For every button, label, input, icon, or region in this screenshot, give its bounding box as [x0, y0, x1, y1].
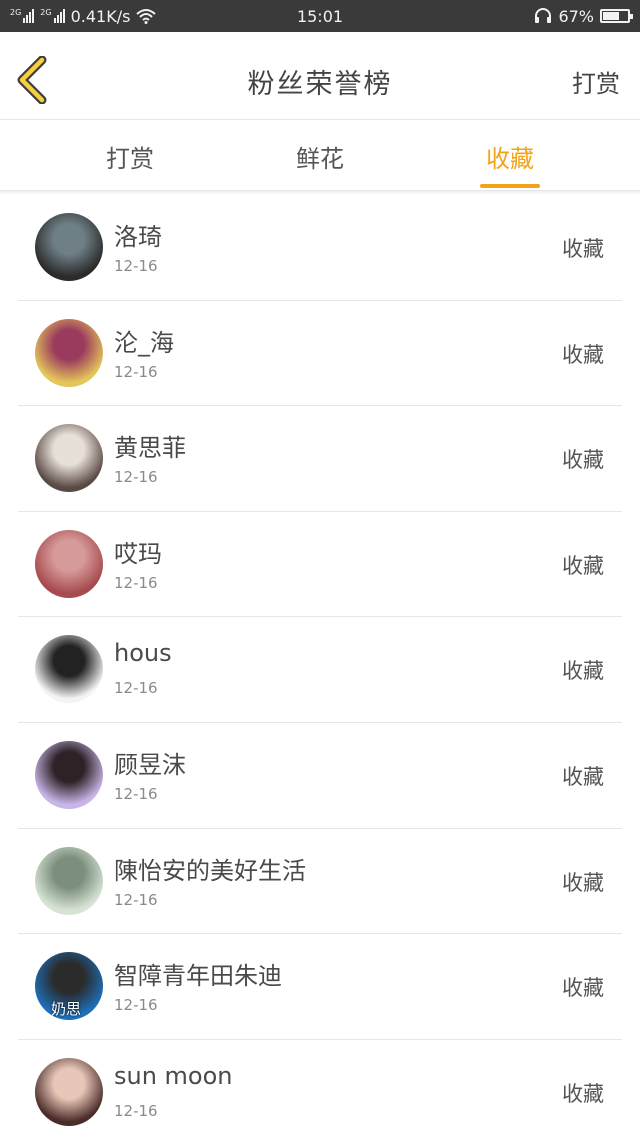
item-date: 12-16	[114, 890, 158, 909]
user-name: 哎玛	[114, 539, 162, 568]
signal-icon-2: 2G	[40, 8, 65, 23]
tab-label: 收藏	[486, 145, 534, 173]
avatar-image	[35, 318, 103, 387]
list-item[interactable]: 奶思 智障青年田朱迪 12-16 收藏	[18, 934, 622, 1040]
avatar[interactable]	[35, 318, 103, 387]
item-date: 12-16	[114, 679, 158, 698]
active-tab-indicator	[480, 184, 540, 188]
avatar[interactable]	[35, 846, 103, 915]
list-item[interactable]: 哎玛 12-16 收藏	[18, 512, 622, 618]
user-name: 沦_海	[114, 328, 174, 357]
user-name: sun moon	[114, 1061, 233, 1090]
tab-label: 打赏	[106, 145, 154, 173]
reward-button[interactable]: 打赏	[572, 64, 620, 99]
wifi-icon	[136, 9, 157, 24]
list-item[interactable]: 沦_海 12-16 收藏	[18, 301, 622, 407]
tab-reward[interactable]: 打赏	[70, 139, 190, 191]
battery-icon	[600, 9, 633, 23]
avatar[interactable]	[35, 213, 103, 281]
avatar-image	[35, 846, 103, 915]
avatar-image	[35, 635, 103, 704]
tab-flowers[interactable]: 鲜花	[260, 139, 380, 191]
avatar[interactable]	[35, 1057, 103, 1126]
nav-bar: 粉丝荣誉榜 打赏	[0, 32, 640, 120]
item-date: 12-16	[114, 257, 158, 275]
avatar[interactable]	[35, 740, 103, 809]
row-action-label: 收藏	[562, 659, 604, 684]
network-type-label: 2G	[10, 8, 22, 17]
list-item[interactable]: hous 12-16 收藏	[18, 617, 622, 723]
row-action-label: 收藏	[562, 1081, 604, 1106]
fan-list: 洛琦 12-16 收藏 沦_海 12-16 收藏 黄思菲 12-16 收藏 哎玛…	[18, 195, 622, 1145]
avatar-image	[35, 1057, 103, 1126]
item-date: 12-16	[114, 996, 158, 1015]
avatar-image	[35, 424, 103, 493]
row-action-label: 收藏	[562, 870, 604, 895]
network-type-label-2: 2G	[40, 8, 52, 17]
user-name: 顾昱沫	[114, 750, 186, 779]
user-name: 洛琦	[114, 223, 162, 251]
battery-percent: 67%	[558, 6, 594, 26]
user-name: hous	[114, 639, 172, 668]
tab-bar: 打赏 鲜花 收藏	[0, 121, 640, 191]
user-name: 陳怡安的美好生活	[114, 856, 306, 885]
signal-icon: 2G	[10, 8, 35, 23]
list-item[interactable]: 黄思菲 12-16 收藏	[18, 406, 622, 512]
item-date: 12-16	[114, 784, 158, 803]
avatar-image	[35, 529, 103, 598]
row-action-label: 收藏	[562, 764, 604, 789]
user-name: 黄思菲	[114, 434, 186, 463]
battery-level	[603, 12, 620, 20]
avatar[interactable]	[35, 635, 103, 704]
avatar-overlay-text: 奶思	[51, 1000, 82, 1019]
tab-favorites[interactable]: 收藏	[450, 139, 570, 191]
avatar[interactable]	[35, 424, 103, 493]
status-bar: 2G 2G 0.41K/s 15:01 67%	[0, 0, 640, 32]
item-date: 12-16	[114, 362, 158, 381]
network-speed: 0.41K/s	[70, 6, 131, 26]
row-action-label: 收藏	[562, 448, 604, 473]
user-name: 智障青年田朱迪	[114, 962, 282, 991]
avatar[interactable]: 奶思	[35, 952, 103, 1021]
page-title: 粉丝荣誉榜	[247, 69, 393, 100]
row-action-label: 收藏	[562, 553, 604, 578]
item-date: 12-16	[114, 573, 158, 592]
item-date: 12-16	[114, 468, 158, 487]
item-date: 12-16	[114, 1101, 158, 1120]
row-action-label: 收藏	[562, 342, 604, 367]
list-item[interactable]: 顾昱沫 12-16 收藏	[18, 723, 622, 829]
list-item[interactable]: 洛琦 12-16 收藏	[18, 195, 622, 301]
headset-icon	[535, 8, 552, 23]
list-item[interactable]: 陳怡安的美好生活 12-16 收藏	[18, 829, 622, 935]
tab-label: 鲜花	[296, 145, 344, 173]
status-left: 2G 2G 0.41K/s	[10, 6, 157, 26]
row-action-label: 收藏	[562, 237, 604, 261]
status-right: 67%	[534, 6, 633, 26]
list-item[interactable]: sun moon 12-16 收藏	[18, 1040, 622, 1145]
avatar-image	[35, 740, 103, 809]
avatar[interactable]	[35, 529, 103, 598]
avatar-image	[35, 213, 103, 281]
row-action-label: 收藏	[562, 976, 604, 1001]
